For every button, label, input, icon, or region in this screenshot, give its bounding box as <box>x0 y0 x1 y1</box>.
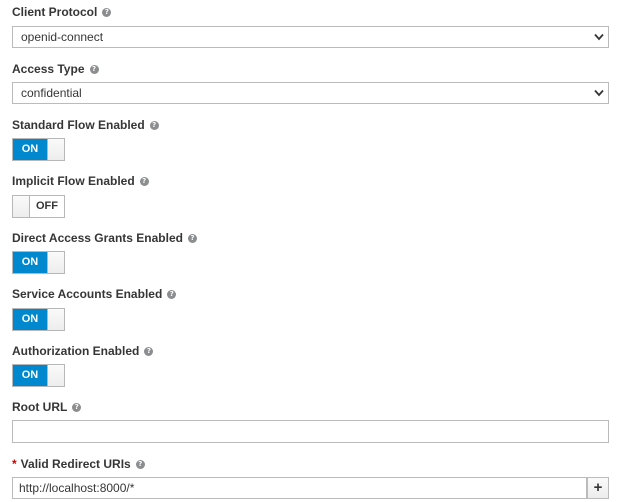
authorization-toggle[interactable]: ON <box>12 364 65 387</box>
toggle-knob <box>13 196 30 217</box>
toggle-state: ON <box>13 365 47 386</box>
client-protocol-value: openid-connect <box>21 30 104 44</box>
standard-flow-label-text: Standard Flow Enabled <box>12 118 145 132</box>
toggle-state: ON <box>13 309 47 330</box>
service-accounts-label-text: Service Accounts Enabled <box>12 287 163 301</box>
access-type-label-text: Access Type <box>12 62 85 76</box>
help-icon[interactable]: ? <box>89 64 99 74</box>
implicit-flow-label-text: Implicit Flow Enabled <box>12 174 135 188</box>
root-url-input[interactable] <box>12 420 609 443</box>
toggle-state: ON <box>13 252 47 273</box>
authorization-label: Authorization Enabled ? <box>12 343 154 359</box>
service-accounts-label: Service Accounts Enabled ? <box>12 286 177 302</box>
help-icon[interactable]: ? <box>135 459 145 469</box>
root-url-label-text: Root URL <box>12 400 68 414</box>
access-type-select[interactable]: confidential <box>12 82 609 104</box>
redirect-uris-label-text: Valid Redirect URIs <box>20 457 131 471</box>
help-icon[interactable]: ? <box>102 7 112 17</box>
standard-flow-toggle[interactable]: ON <box>12 138 65 161</box>
client-protocol-label: Client Protocol ? <box>12 4 112 20</box>
direct-access-toggle[interactable]: ON <box>12 251 65 274</box>
help-icon[interactable]: ? <box>187 233 197 243</box>
required-marker: * <box>12 457 17 471</box>
authorization-label-text: Authorization Enabled <box>12 344 140 358</box>
client-protocol-select[interactable]: openid-connect <box>12 26 609 48</box>
redirect-uris-label: * Valid Redirect URIs ? <box>12 456 145 472</box>
redirect-uri-input[interactable]: http://localhost:8000/* <box>12 477 587 499</box>
client-settings-form: Client Protocol ? openid-connect Access … <box>0 0 617 502</box>
direct-access-label-text: Direct Access Grants Enabled <box>12 231 183 245</box>
standard-flow-label: Standard Flow Enabled ? <box>12 117 159 133</box>
service-accounts-toggle[interactable]: ON <box>12 308 65 331</box>
toggle-knob <box>47 365 64 386</box>
toggle-knob <box>47 252 64 273</box>
toggle-state: OFF <box>36 200 58 212</box>
help-icon[interactable]: ? <box>144 346 154 356</box>
help-icon[interactable]: ? <box>139 176 149 186</box>
direct-access-label: Direct Access Grants Enabled ? <box>12 230 197 246</box>
help-icon[interactable]: ? <box>72 402 82 412</box>
add-redirect-uri-button[interactable]: + <box>587 477 609 499</box>
toggle-knob <box>47 309 64 330</box>
chevron-down-icon <box>594 33 604 41</box>
access-type-label: Access Type ? <box>12 61 99 77</box>
implicit-flow-toggle[interactable]: OFF <box>12 195 65 218</box>
help-icon[interactable]: ? <box>149 120 159 130</box>
implicit-flow-label: Implicit Flow Enabled ? <box>12 173 149 189</box>
help-icon[interactable]: ? <box>167 289 177 299</box>
toggle-knob <box>47 139 64 160</box>
root-url-label: Root URL ? <box>12 399 82 415</box>
access-type-value: confidential <box>21 86 82 100</box>
client-protocol-label-text: Client Protocol <box>12 5 98 19</box>
chevron-down-icon <box>594 89 604 97</box>
toggle-state: ON <box>13 139 47 160</box>
